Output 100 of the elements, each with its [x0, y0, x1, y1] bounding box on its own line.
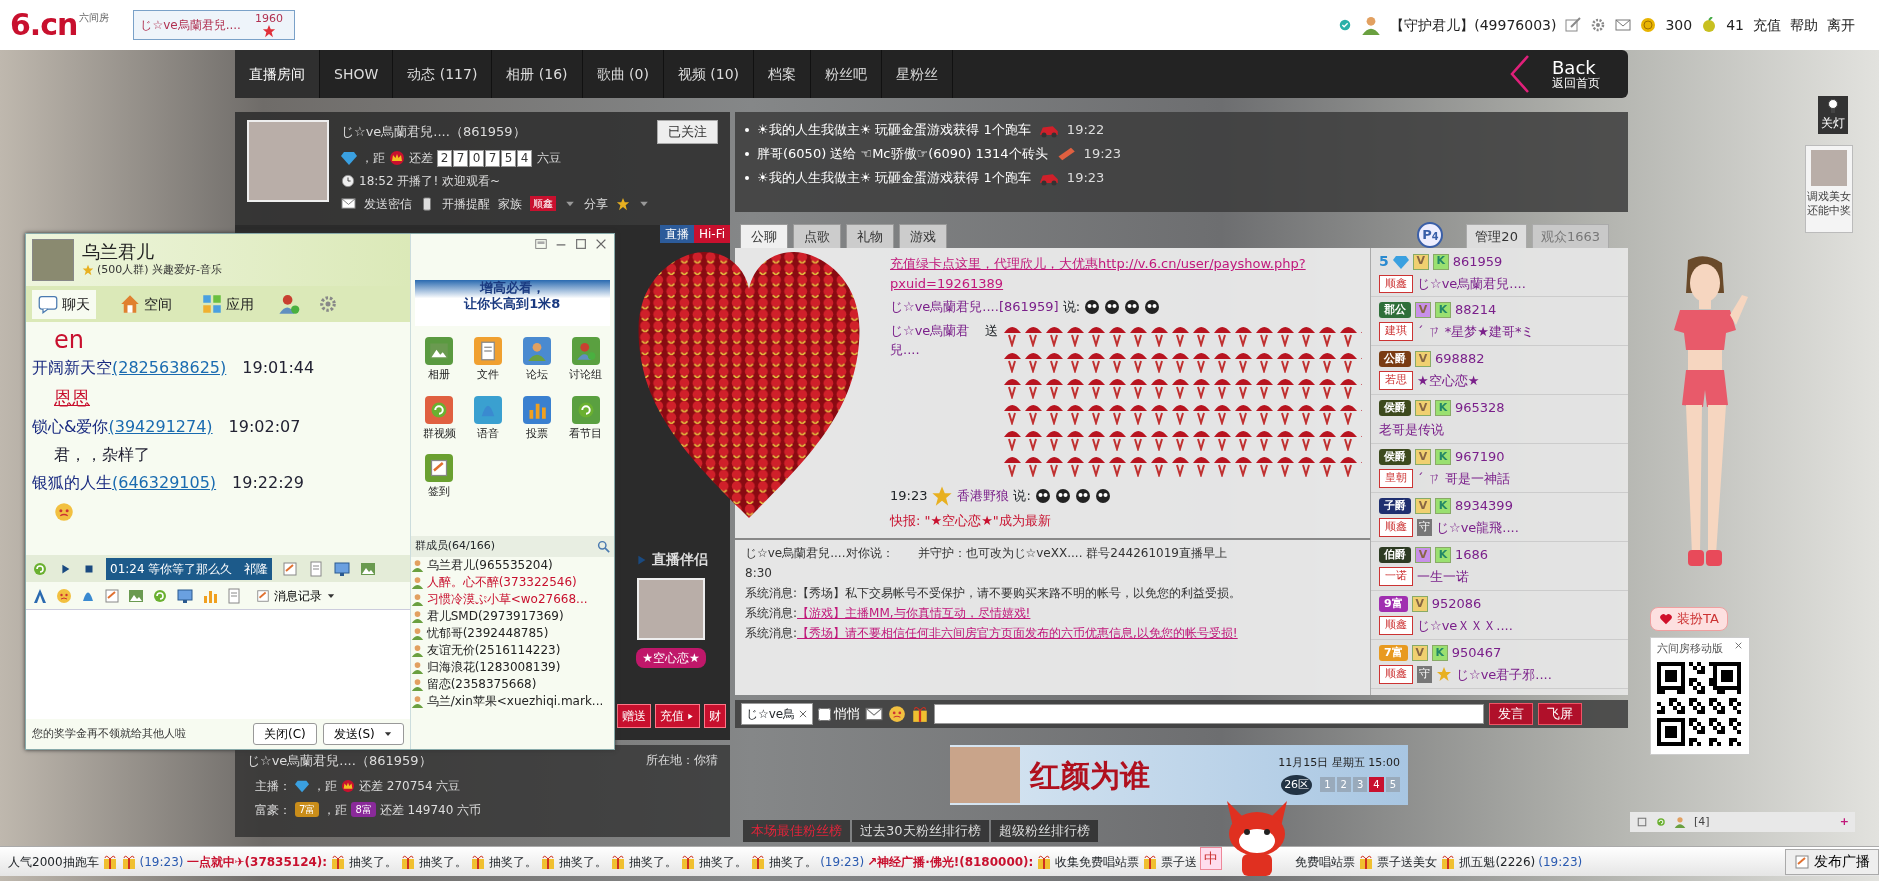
emoji-icon[interactable]	[888, 705, 907, 723]
room-name-box[interactable]: じ☆ve烏蘭君兒.... 1960	[133, 10, 296, 40]
window-tab[interactable]: 应用	[196, 289, 260, 319]
close-icon[interactable]	[594, 237, 608, 251]
system-link[interactable]: 【秀场】请不要相信任何非六间房官方页面发布的六币优惠信息,以免您的帐号受损!	[797, 624, 1238, 642]
user-name[interactable]: 老哥是传说	[1379, 419, 1444, 439]
member-name[interactable]: 人醉。心不醉(373322546)	[426, 573, 577, 591]
image-icon[interactable]	[128, 587, 144, 604]
user-id[interactable]: 88214	[1455, 300, 1497, 320]
document-icon[interactable]	[226, 587, 242, 604]
tool-icon[interactable]	[334, 560, 351, 577]
action-button[interactable]: 财	[703, 704, 726, 728]
send-button[interactable]: 发言	[1489, 703, 1534, 725]
member-name[interactable]: 友谊无价(2516114223)	[426, 641, 561, 659]
user-id[interactable]: 698882	[1435, 349, 1485, 369]
member-name[interactable]: 君儿SMD(2973917369)	[426, 607, 564, 625]
user-name[interactable]: 香港野狼	[957, 485, 1010, 506]
window-tab[interactable]: 聊天	[32, 289, 96, 319]
tool-icon[interactable]	[282, 560, 299, 577]
app-button[interactable]: 看节目	[561, 394, 610, 443]
header-link[interactable]: 充值	[1753, 14, 1781, 36]
ranking-tab[interactable]: 超级粉丝排行榜	[990, 820, 1098, 842]
account-name[interactable]: 【守护君儿】(49976003)	[1390, 14, 1557, 36]
app-button[interactable]: 投票	[512, 394, 562, 443]
sender-id-link[interactable]: (646329105)	[112, 473, 217, 492]
share-link[interactable]: 分享	[584, 194, 608, 213]
dress-up-button[interactable]: 装扮TA	[1650, 607, 1728, 631]
app-button[interactable]: 群视频	[414, 394, 464, 443]
sender-id-link[interactable]: (394291274)	[108, 417, 213, 436]
sender-id-link[interactable]: (2825638625)	[112, 358, 227, 377]
user-tab[interactable]: 管理20	[1466, 223, 1527, 248]
member-name[interactable]: 留恋(2358375668)	[426, 675, 537, 693]
nav-tab[interactable]: 视频 (10)	[663, 50, 755, 98]
message-input[interactable]	[934, 704, 1485, 724]
history-button[interactable]: 消息记录	[250, 585, 342, 606]
user-name[interactable]: じ☆ve君子邪....	[1456, 664, 1552, 684]
member-name[interactable]: 乌兰君儿(965535204)	[426, 556, 553, 574]
page-button[interactable]: 4	[1369, 777, 1384, 793]
nav-tab[interactable]: 档案	[754, 50, 812, 98]
close-button[interactable]: 关闭(C)	[252, 723, 317, 745]
remind-link[interactable]: 开播提醒	[442, 194, 490, 213]
user-name[interactable]: じ☆ve烏蘭君兒....[861959]	[890, 297, 1059, 317]
app-button[interactable]: 讨论组	[561, 336, 610, 385]
user-name[interactable]: じ☆ve龍飛....	[1436, 517, 1519, 537]
user-id[interactable]: 965328	[1455, 398, 1505, 418]
nav-tab[interactable]: 动态 (117)	[393, 50, 493, 98]
user-name[interactable]: ˊ ㄗ *星梦★建哥*ミ	[1417, 321, 1535, 341]
user-id[interactable]: 952086	[1431, 594, 1482, 614]
window-tab[interactable]: 空间	[114, 289, 178, 319]
nav-tab[interactable]: SHOW	[320, 50, 394, 98]
recipient-select[interactable]: じ☆ve鳥	[741, 703, 814, 725]
search-icon[interactable]	[597, 539, 610, 553]
add-member-icon[interactable]	[278, 293, 300, 315]
note-icon[interactable]	[104, 587, 120, 604]
user-name[interactable]: じ☆veＸＸＸ....	[1417, 615, 1513, 635]
action-button[interactable]: 赠送	[616, 704, 651, 728]
refresh-icon[interactable]	[32, 560, 48, 577]
broadcast-button[interactable]: 发布广播	[1785, 848, 1879, 875]
user-id[interactable]: 8934399	[1455, 496, 1513, 516]
settings-icon[interactable]	[1590, 17, 1607, 33]
header-link[interactable]: 离开	[1827, 14, 1855, 36]
user-name[interactable]: ˊ ㄗ 哥是一神話	[1417, 468, 1510, 488]
user-name[interactable]: 一生一诺	[1417, 566, 1469, 586]
app-button[interactable]: 签到	[414, 453, 464, 502]
promo-link[interactable]: 充值绿卡点这里，代理欣儿，大优惠http://v.6.cn/user/payshow.php?pxuid=19261389	[890, 254, 1362, 293]
action-button[interactable]: 充值	[654, 704, 700, 728]
chat-tab[interactable]: 游戏	[899, 223, 947, 248]
app-button[interactable]: 文件	[463, 336, 513, 385]
user-id[interactable]: 861959	[1452, 251, 1503, 272]
follow-button[interactable]: 已关注	[657, 120, 718, 144]
skin-icon[interactable]	[534, 237, 548, 251]
chat-tab[interactable]: 公聊	[740, 223, 788, 248]
mail-icon[interactable]	[1615, 17, 1632, 33]
system-link[interactable]: 【游戏】主播MM,与你真情互动，尽情嬉戏!	[797, 604, 1031, 622]
font-icon[interactable]	[32, 587, 48, 604]
whisper-checkbox[interactable]	[818, 707, 832, 721]
nav-tab[interactable]: 歌曲 (0)	[582, 50, 664, 98]
send-button[interactable]: 发送(S)	[322, 723, 404, 745]
nav-tab[interactable]: 星粉丝	[882, 50, 954, 98]
fly-screen-button[interactable]: 飞屏	[1538, 703, 1583, 725]
back-button[interactable]: Back 返回首页	[1504, 50, 1628, 98]
app-button[interactable]: 相册	[414, 336, 464, 385]
screen-icon[interactable]	[176, 587, 194, 604]
user-name[interactable]: じ☆ve烏蘭君兒....	[1417, 274, 1526, 294]
promo-card[interactable]: 调戏美女还能中奖	[1805, 145, 1853, 233]
sticker-icon[interactable]	[911, 705, 930, 723]
message-link[interactable]: 发送密信	[364, 194, 412, 213]
member-name[interactable]: 乌兰/xin苹果<xuezhiqi.mark...	[426, 692, 604, 709]
avatar-icon[interactable]	[1361, 15, 1382, 35]
settings-icon[interactable]	[318, 294, 338, 314]
header-link[interactable]: 帮助	[1790, 14, 1818, 36]
member-name[interactable]: 忧郁哥(2392448785)	[426, 624, 549, 642]
app-button[interactable]: 语音	[463, 394, 513, 443]
maximize-icon[interactable]	[574, 237, 588, 251]
member-name[interactable]: 习惯冷漠ぷ小草<wo27668...	[426, 590, 588, 608]
user-name[interactable]: ★空心恋★	[1417, 370, 1480, 390]
user-id[interactable]: 950467	[1451, 643, 1502, 663]
light-off-button[interactable]: 关灯	[1818, 96, 1848, 134]
user-id[interactable]: 967190	[1455, 447, 1505, 467]
close-icon[interactable]	[1734, 641, 1743, 650]
